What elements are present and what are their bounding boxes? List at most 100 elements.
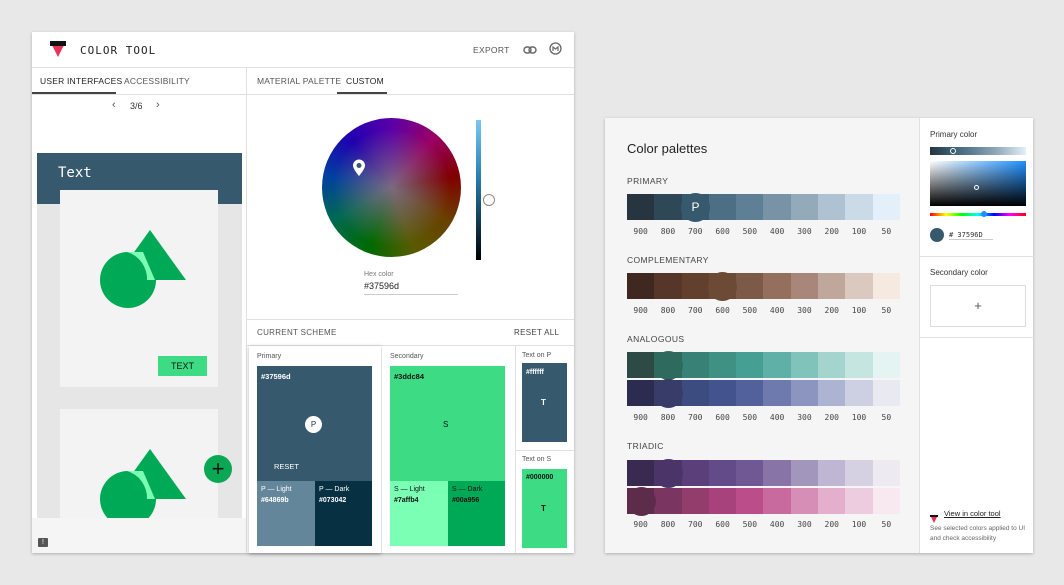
palette-swatch[interactable] [763, 380, 791, 406]
side-field-selector[interactable] [974, 185, 979, 190]
palette-swatch[interactable] [818, 488, 846, 514]
primary-reset-button[interactable]: RESET [274, 462, 299, 471]
side-hue-handle[interactable] [981, 211, 987, 217]
palette-swatch[interactable] [627, 273, 655, 299]
shade-label: 300 [797, 306, 812, 315]
side-strip-selector[interactable] [950, 148, 956, 154]
palette-swatch[interactable] [845, 352, 873, 378]
palette-swatch[interactable] [736, 380, 764, 406]
palette-swatch[interactable] [654, 194, 682, 220]
tab-custom[interactable]: CUSTOM [346, 76, 384, 86]
palette-swatch[interactable] [627, 352, 655, 378]
palette-swatch[interactable] [872, 380, 900, 406]
feedback-icon[interactable]: ! [38, 538, 48, 547]
side-hue-slider[interactable] [930, 213, 1026, 216]
primary-selected-badge: P [681, 193, 710, 222]
preview-card: TEXT [60, 190, 218, 387]
github-icon[interactable] [549, 42, 562, 55]
palette-swatch[interactable] [763, 460, 791, 486]
palette-swatch[interactable] [681, 352, 709, 378]
palette-swatch[interactable] [872, 194, 900, 220]
palette-swatch[interactable] [872, 488, 900, 514]
tab-user-interfaces[interactable]: USER INTERFACES [40, 76, 122, 86]
prev-page-icon[interactable]: ‹ [112, 99, 116, 111]
palette-swatch[interactable] [681, 460, 709, 486]
palette-swatch[interactable] [681, 380, 709, 406]
palette-swatch[interactable] [790, 488, 819, 514]
shapes-illustration [100, 230, 186, 308]
preview-text-button[interactable]: TEXT [158, 356, 207, 376]
palette-swatch[interactable] [681, 488, 709, 514]
text-on-secondary-letter: T [541, 504, 546, 513]
palette-swatch[interactable] [845, 460, 873, 486]
palette-swatch[interactable] [790, 273, 819, 299]
export-button[interactable]: EXPORT [473, 45, 510, 55]
palette-swatch[interactable] [708, 380, 737, 406]
palette-swatch[interactable] [790, 194, 819, 220]
side-primary-shade-strip[interactable] [930, 147, 1026, 155]
palette-swatch[interactable] [818, 273, 846, 299]
fab-plus-icon[interactable]: + [204, 455, 232, 483]
shade-label: 100 [851, 306, 867, 315]
color-picker-pin-icon[interactable] [352, 159, 366, 177]
palette-swatch[interactable] [708, 194, 737, 220]
primary-shade-labels: 900 800 700 600 500 400 300 200 100 50 [627, 227, 900, 236]
palette-swatch[interactable] [872, 273, 900, 299]
palette-swatch[interactable] [627, 460, 655, 486]
palette-swatch[interactable] [708, 460, 737, 486]
palette-swatch[interactable] [790, 352, 819, 378]
palette-swatch[interactable] [845, 273, 873, 299]
next-page-icon[interactable]: › [156, 99, 160, 111]
palette-swatch[interactable] [763, 273, 791, 299]
palette-swatch[interactable] [818, 380, 846, 406]
text-on-secondary-label: Text on S [522, 456, 552, 463]
palette-swatch[interactable] [872, 352, 900, 378]
palette-swatch[interactable] [845, 194, 873, 220]
palette-swatch[interactable] [763, 488, 791, 514]
palette-swatch[interactable] [627, 194, 655, 220]
brightness-slider[interactable] [476, 120, 481, 260]
primary-scheme-card[interactable]: Primary #37596d P RESET P — Light #64869… [249, 346, 381, 553]
analogous-selected-dot-2 [654, 379, 683, 408]
palette-swatch[interactable] [818, 352, 846, 378]
palette-swatch[interactable] [790, 460, 819, 486]
palette-swatch[interactable] [708, 488, 737, 514]
brightness-slider-handle[interactable] [483, 194, 495, 206]
palette-swatch[interactable] [818, 194, 846, 220]
palette-swatch[interactable] [708, 352, 737, 378]
tab-material-palette[interactable]: MATERIAL PALETTE [257, 76, 341, 86]
add-secondary-button[interactable]: + [930, 285, 1026, 327]
side-saturation-field[interactable] [930, 161, 1026, 206]
palette-swatch[interactable] [736, 273, 764, 299]
palette-swatch[interactable] [790, 380, 819, 406]
palette-swatch[interactable] [872, 460, 900, 486]
palette-swatch[interactable] [845, 488, 873, 514]
palette-swatch[interactable] [654, 488, 682, 514]
palette-swatch[interactable] [818, 460, 846, 486]
primary-label: Primary [257, 353, 282, 360]
palette-swatch[interactable] [736, 488, 764, 514]
shade-label: 400 [769, 227, 785, 236]
palette-swatch[interactable] [763, 352, 791, 378]
side-hex-input[interactable]: # 37596D [949, 231, 993, 240]
palette-swatch[interactable] [845, 380, 873, 406]
secondary-light-label: S — Light [394, 486, 425, 493]
primary-dark-hex: #073042 [319, 497, 347, 504]
palette-swatch[interactable] [681, 273, 709, 299]
tab-accessibility[interactable]: ACCESSIBILITY [124, 76, 190, 86]
hex-color-input[interactable]: #37596d [364, 281, 458, 295]
color-wheel[interactable] [322, 118, 461, 257]
link-icon[interactable] [523, 43, 537, 55]
palette-swatch[interactable] [654, 273, 682, 299]
logo-icon [49, 40, 67, 58]
view-in-color-tool-link[interactable]: View in color tool [944, 509, 1001, 518]
palette-swatch[interactable] [763, 194, 791, 220]
secondary-scheme-card[interactable]: Secondary #3ddc84 S S — Light #7affb4 S … [382, 346, 514, 553]
palette-swatch[interactable] [736, 460, 764, 486]
palette-swatch[interactable] [736, 352, 764, 378]
reset-all-button[interactable]: RESET ALL [514, 328, 559, 337]
palette-swatch[interactable] [627, 380, 655, 406]
palette-swatch[interactable] [736, 194, 764, 220]
shade-label: 50 [881, 227, 892, 236]
shade-label: 700 [688, 520, 703, 529]
